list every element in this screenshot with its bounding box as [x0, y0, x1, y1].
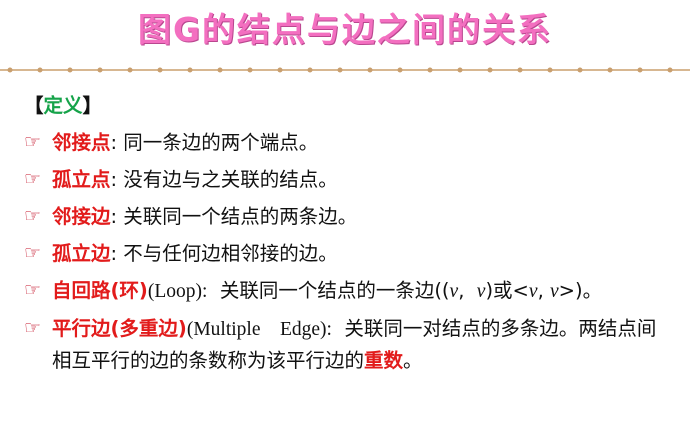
list-item: ☞ 孤立边: 不与任何边相邻接的边。: [24, 238, 674, 269]
section-heading: 【定义】: [24, 94, 103, 117]
pointing-hand-icon: ☞: [24, 317, 42, 339]
pointing-hand-icon: ☞: [24, 131, 42, 153]
pointing-hand-icon: ☞: [24, 205, 42, 227]
pointing-hand-icon: ☞: [24, 168, 42, 190]
list-item: ☞ 孤立点: 没有边与之关联的结点。: [24, 164, 674, 195]
list-item: ☞ 平行边(多重边)(Multiple Edge): 关联同一对结点的多条边。两…: [24, 313, 674, 376]
list-item: ☞ 自回路(环)(Loop): 关联同一个结点的一条边((v, v)或<v, v…: [24, 275, 674, 307]
page-title: 图G的结点与边之间的关系: [137, 10, 553, 49]
list-item: ☞ 邻接点: 同一条边的两个端点。: [24, 127, 674, 158]
section-label: 定义: [43, 94, 83, 117]
list-item: ☞ 邻接边: 关联同一个结点的两条边。: [24, 201, 674, 232]
pointing-hand-icon: ☞: [24, 242, 42, 264]
pointing-hand-icon: ☞: [24, 279, 42, 301]
definition-content: 【定义】 ☞ 邻接点: 同一条边的两个端点。 ☞ 孤立点: 没有边与之关联的结点…: [24, 90, 674, 376]
dotted-divider: [0, 67, 690, 73]
